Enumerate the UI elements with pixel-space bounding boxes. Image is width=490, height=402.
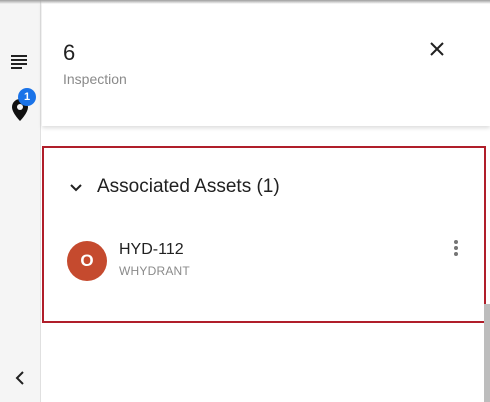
asset-list-item[interactable]: O HYD-112 WHYDRANT	[44, 228, 484, 288]
asset-menu-button[interactable]	[446, 236, 466, 260]
scrollbar[interactable]	[484, 304, 490, 402]
section-toggle[interactable]	[66, 178, 86, 198]
record-type: Inspection	[63, 71, 127, 87]
close-button[interactable]	[426, 38, 448, 60]
more-vert-icon	[454, 240, 458, 256]
list-button[interactable]	[8, 50, 32, 74]
location-count-badge: 1	[18, 88, 36, 106]
associated-assets-section: Associated Assets (1) O HYD-112 WHYDRANT	[42, 146, 486, 323]
record-title: 6	[63, 40, 76, 65]
list-icon	[11, 55, 27, 69]
section-title-text: Associated Assets	[97, 176, 252, 197]
asset-avatar: O	[67, 241, 107, 281]
chevron-down-icon	[70, 184, 82, 192]
asset-name: HYD-112	[119, 241, 184, 258]
top-shadow	[0, 0, 490, 4]
asset-type: WHYDRANT	[119, 264, 190, 278]
chevron-left-icon	[15, 371, 24, 385]
record-header: 6 Inspection	[42, 0, 490, 126]
collapse-button[interactable]	[8, 366, 32, 390]
inspection-panel: 1 6 Inspection Associated Assets (1) O H…	[0, 0, 490, 402]
side-rail: 1	[0, 0, 41, 402]
section-count: (1)	[256, 176, 280, 197]
section-title: Associated Assets (1)	[97, 176, 280, 198]
close-icon	[430, 42, 444, 56]
